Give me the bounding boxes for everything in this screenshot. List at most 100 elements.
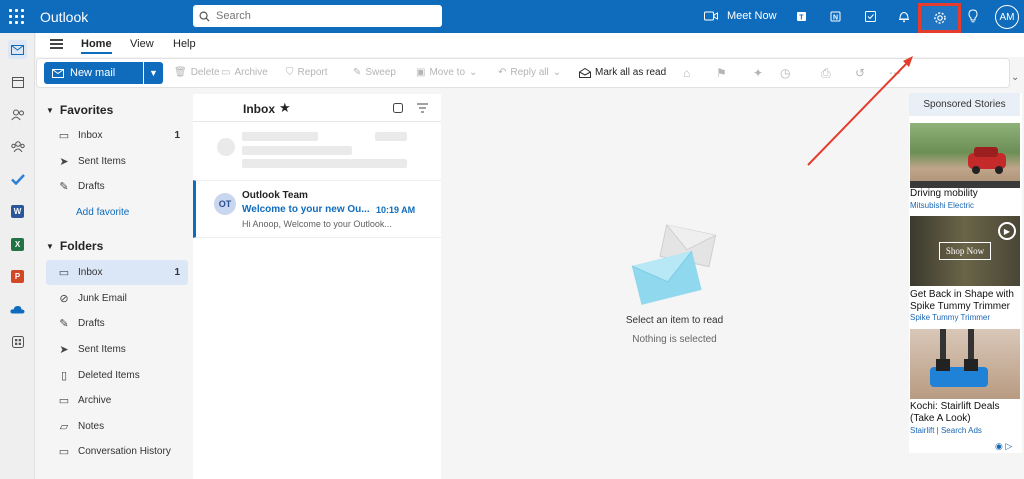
onenote-icon[interactable]: N xyxy=(826,6,846,26)
app-rail: W X P xyxy=(0,33,35,479)
ads-header: Sponsored Stories xyxy=(909,93,1020,116)
word-icon[interactable]: W xyxy=(8,202,27,221)
shop-now-button[interactable]: Shop Now xyxy=(939,242,991,260)
folder-sent-items[interactable]: ➤ Sent Items xyxy=(46,337,188,362)
reply-all-button[interactable]: ↶ Reply all ⌄ xyxy=(498,67,561,78)
folder-drafts[interactable]: ✎ Drafts xyxy=(46,311,188,336)
junk-icon: ⊘ xyxy=(59,293,69,305)
hamburger-menu-icon[interactable] xyxy=(50,39,63,49)
message-subject: Welcome to your new Ou... xyxy=(242,204,370,215)
move-to-label: Move to xyxy=(429,67,466,78)
new-mail-button[interactable]: New mail xyxy=(44,62,143,84)
search-box[interactable] xyxy=(193,5,442,27)
favorite-drafts[interactable]: ✎ Drafts xyxy=(46,174,188,199)
folder-notes[interactable]: ▱ Notes xyxy=(46,414,188,439)
meet-now-button[interactable]: Meet Now xyxy=(727,10,777,22)
ad-title[interactable]: Get Back in Shape with Spike Tummy Trimm… xyxy=(910,289,1020,313)
folder-inbox[interactable]: ▭ Inbox 1 xyxy=(46,260,188,285)
settings-button[interactable] xyxy=(918,3,961,33)
tab-home[interactable]: Home xyxy=(81,38,112,54)
ad-source[interactable]: Stairlift | Search Ads xyxy=(910,426,982,435)
delete-label: Delete xyxy=(190,67,220,78)
groups-icon[interactable] xyxy=(8,137,27,156)
ad-image-stairlift[interactable] xyxy=(910,329,1020,399)
video-camera-icon[interactable] xyxy=(701,6,721,26)
folder-junk-email[interactable]: ⊘ Junk Email xyxy=(46,286,188,311)
more-options-icon[interactable]: ⋯ xyxy=(889,66,901,80)
sweep-button[interactable]: ✎ Sweep xyxy=(353,67,396,78)
snooze-clock-icon[interactable]: ◷ xyxy=(780,66,790,80)
message-time: 10:19 AM xyxy=(376,205,416,215)
ad-title[interactable]: Kochi: Stairlift Deals (Take A Look) xyxy=(910,401,1020,425)
trash-icon: ▯ xyxy=(60,370,68,382)
tag-icon[interactable]: ⌂ xyxy=(683,66,690,80)
broom-icon: ✎ xyxy=(353,67,362,78)
open-envelope-icon xyxy=(579,67,591,78)
mark-all-read-button[interactable]: Mark all as read xyxy=(579,67,666,78)
favorite-sent-items[interactable]: ➤ Sent Items xyxy=(46,149,188,174)
ribbon-expand-chevron-icon[interactable]: ⌄ xyxy=(1011,72,1019,83)
ribbon-toolbar: New mail ▼ 🗑 Delete ▭ Archive ⛉ Report ✎ Swe… xyxy=(36,58,1010,88)
select-mode-icon[interactable] xyxy=(393,103,404,114)
folder-label: Junk Email xyxy=(78,293,127,304)
envelope-icon xyxy=(52,68,64,78)
archive-label: Archive xyxy=(234,67,268,78)
onedrive-cloud-icon[interactable] xyxy=(8,300,27,319)
my-day-icon[interactable] xyxy=(860,6,880,26)
shield-icon: ⛉ xyxy=(286,67,294,78)
sender-avatar: OT xyxy=(214,193,236,215)
report-button[interactable]: ⛉ Report xyxy=(286,67,328,78)
delete-button[interactable]: 🗑 Delete xyxy=(174,67,220,78)
pin-icon[interactable]: ✦ xyxy=(753,66,763,80)
tips-lightbulb-icon[interactable] xyxy=(963,6,983,26)
print-icon[interactable]: ⎙ xyxy=(821,66,831,81)
folder-archive[interactable]: ▭ Archive xyxy=(46,388,188,413)
tab-help[interactable]: Help xyxy=(173,38,196,50)
undo-icon[interactable]: ↺ xyxy=(855,66,865,80)
folder-deleted-items[interactable]: ▯ Deleted Items xyxy=(46,363,188,388)
ad-image-car[interactable] xyxy=(910,123,1020,188)
archive-icon: ▭ xyxy=(221,67,231,78)
ad-source[interactable]: Mitsubishi Electric xyxy=(910,201,974,210)
app-launcher-icon[interactable] xyxy=(9,9,25,25)
todo-check-icon[interactable] xyxy=(8,170,27,189)
excel-icon[interactable]: X xyxy=(8,235,27,254)
star-favorite-icon[interactable]: ★ xyxy=(279,100,291,116)
message-item[interactable]: OT Outlook Team Welcome to your new Ou..… xyxy=(193,180,441,238)
ad-image-fitness[interactable]: Shop Now ▶ xyxy=(910,216,1020,286)
folder-label: Archive xyxy=(78,395,112,406)
powerpoint-icon[interactable]: P xyxy=(8,267,27,286)
unread-count: 1 xyxy=(174,130,180,141)
ad-choices-icon[interactable]: ◉ ▷ xyxy=(995,441,1012,452)
folder-move-icon: ▣ xyxy=(416,67,426,78)
mail-icon[interactable] xyxy=(8,40,27,59)
folder-label: Sent Items xyxy=(78,156,126,167)
play-icon[interactable]: ▶ xyxy=(998,222,1016,240)
people-icon[interactable] xyxy=(8,105,27,124)
new-mail-dropdown[interactable]: ▼ xyxy=(144,62,163,84)
empty-state-title: Select an item to read xyxy=(625,315,724,326)
ad-source[interactable]: Spike Tummy Trimmer xyxy=(910,313,990,322)
add-favorite-link[interactable]: Add favorite xyxy=(76,207,129,218)
more-apps-icon[interactable] xyxy=(8,332,27,351)
ad-title[interactable]: Driving mobility xyxy=(910,188,978,200)
folders-header-label: Folders xyxy=(59,239,104,253)
teams-icon[interactable]: T xyxy=(792,6,812,26)
move-to-button[interactable]: ▣ Move to ⌄ xyxy=(416,67,477,78)
flag-icon[interactable]: ⚑ xyxy=(716,66,727,80)
app-title[interactable]: Outlook xyxy=(40,9,88,25)
message-list-header: Inbox ★ xyxy=(193,94,441,122)
account-avatar[interactable]: AM xyxy=(995,5,1019,29)
filter-icon[interactable] xyxy=(417,103,428,113)
bell-icon[interactable] xyxy=(894,6,914,26)
archive-button[interactable]: ▭ Archive xyxy=(221,67,268,78)
message-list-title: Inbox xyxy=(243,102,275,116)
ribbon-tabs: Home View Help xyxy=(36,33,1024,57)
tab-view[interactable]: View xyxy=(130,38,154,50)
folder-conversation-history[interactable]: ▭ Conversation History xyxy=(46,439,188,464)
favorite-inbox[interactable]: ▭ Inbox 1 xyxy=(46,123,188,148)
favorites-header[interactable]: ▼ Favorites xyxy=(46,103,113,117)
folders-header[interactable]: ▼ Folders xyxy=(46,239,103,253)
calendar-icon[interactable] xyxy=(8,72,27,91)
search-input[interactable] xyxy=(216,10,426,22)
